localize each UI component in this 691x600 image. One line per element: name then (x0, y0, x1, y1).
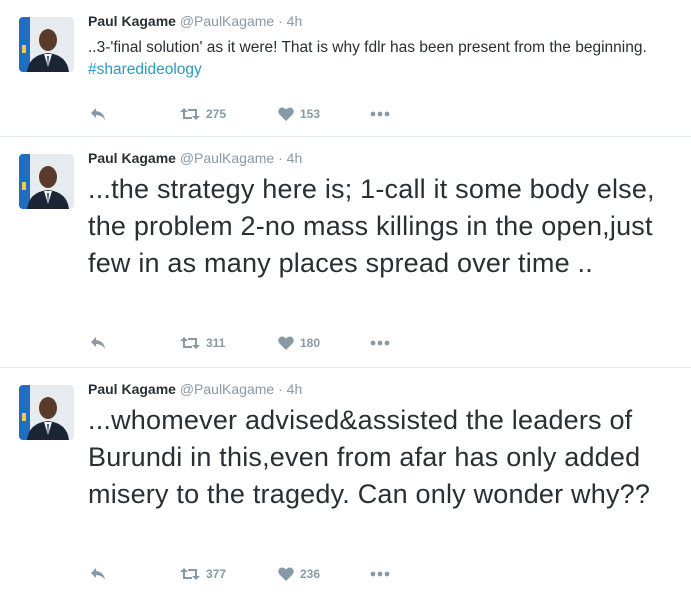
like-button[interactable]: 236 (278, 564, 320, 584)
reply-button[interactable] (90, 104, 106, 124)
retweet-count: 275 (206, 107, 227, 121)
reply-icon (91, 337, 105, 349)
timestamp[interactable]: 4h (287, 13, 303, 29)
avatar[interactable] (19, 385, 74, 440)
heart-icon (278, 567, 294, 581)
retweet-icon (180, 337, 200, 349)
tweet-text: ...the strategy here is; 1-call it some … (88, 174, 655, 278)
like-button[interactable]: 153 (278, 104, 320, 124)
more-icon (370, 571, 390, 577)
tweet-body: ..3-'final solution' as it were! That is… (88, 39, 647, 56)
author-name[interactable]: Paul Kagame (88, 150, 176, 166)
retweet-icon (180, 108, 200, 120)
tweet-header: Paul Kagame @PaulKagame · 4h (88, 381, 302, 397)
like-count: 236 (300, 567, 321, 581)
like-count: 153 (300, 107, 321, 121)
retweet-count: 311 (206, 336, 226, 350)
author-handle[interactable]: @PaulKagame (180, 381, 274, 397)
reply-icon (91, 568, 105, 580)
tweet[interactable]: Paul Kagame @PaulKagame · 4h ...the stra… (0, 137, 691, 368)
like-button[interactable]: 180 (278, 333, 320, 353)
heart-icon (278, 336, 294, 350)
retweet-button[interactable]: 377 (180, 564, 226, 584)
retweet-button[interactable]: 311 (180, 333, 225, 353)
retweet-button[interactable]: 275 (180, 104, 226, 124)
retweet-icon (180, 568, 200, 580)
reply-button[interactable] (90, 333, 106, 353)
more-icon (370, 340, 390, 346)
heart-icon (278, 107, 294, 121)
separator: · (278, 381, 283, 397)
tweet-header: Paul Kagame @PaulKagame · 4h (88, 13, 302, 29)
hashtag-link[interactable]: #sharedideology (88, 61, 202, 78)
author-handle[interactable]: @PaulKagame (180, 150, 274, 166)
tweet[interactable]: Paul Kagame @PaulKagame · 4h ..3-'final … (0, 0, 691, 137)
separator: · (278, 150, 283, 166)
tweet[interactable]: Paul Kagame @PaulKagame · 4h ...whomever… (0, 368, 691, 600)
more-button[interactable] (370, 333, 390, 353)
author-name[interactable]: Paul Kagame (88, 381, 176, 397)
tweet-header: Paul Kagame @PaulKagame · 4h (88, 150, 302, 166)
tweet-text: ..3-'final solution' as it were! That is… (88, 37, 675, 81)
timestamp[interactable]: 4h (287, 381, 303, 397)
reply-icon (91, 108, 105, 120)
retweet-count: 377 (206, 567, 227, 581)
reply-button[interactable] (90, 564, 106, 584)
author-name[interactable]: Paul Kagame (88, 13, 176, 29)
avatar[interactable] (19, 17, 74, 72)
more-button[interactable] (370, 104, 390, 124)
author-handle[interactable]: @PaulKagame (180, 13, 274, 29)
more-icon (370, 111, 390, 117)
tweet-text: ...whomever advised&assisted the leaders… (88, 405, 651, 509)
avatar[interactable] (19, 154, 74, 209)
more-button[interactable] (370, 564, 390, 584)
timestamp[interactable]: 4h (287, 150, 303, 166)
separator: · (278, 13, 283, 29)
like-count: 180 (300, 336, 321, 350)
